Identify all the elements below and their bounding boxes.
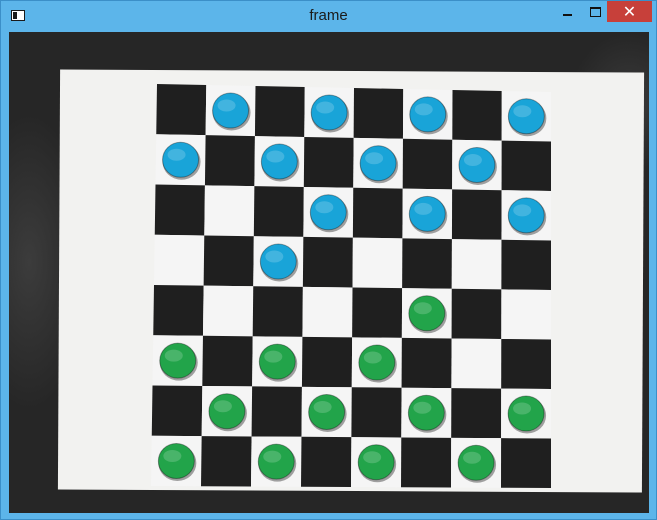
board-square[interactable] — [352, 287, 403, 338]
board-square[interactable] — [252, 286, 303, 337]
piece-highlight — [316, 101, 335, 114]
minimize-icon — [562, 13, 572, 16]
checkers-board — [151, 84, 551, 488]
board-square[interactable] — [501, 289, 551, 340]
board-square[interactable] — [402, 138, 453, 190]
board-square[interactable] — [201, 436, 252, 487]
maximize-icon — [589, 6, 601, 17]
piece-highlight — [217, 99, 236, 112]
piece-highlight — [365, 152, 384, 165]
board-square[interactable] — [452, 90, 502, 141]
piece-highlight — [313, 400, 332, 413]
board-square[interactable] — [501, 438, 551, 488]
board-square[interactable] — [204, 135, 255, 187]
piece-highlight — [266, 150, 285, 163]
close-icon: ✕ — [622, 3, 637, 21]
board-square[interactable] — [451, 288, 502, 339]
piece-highlight — [265, 250, 284, 263]
maximize-button[interactable] — [581, 1, 609, 22]
board-square[interactable] — [203, 235, 254, 287]
piece-highlight — [513, 204, 532, 217]
piece-highlight — [414, 202, 433, 215]
title-bar[interactable]: frame ✕ — [1, 1, 656, 31]
board-square[interactable] — [204, 185, 255, 237]
piece-highlight — [413, 302, 432, 315]
piece-highlight — [167, 148, 186, 161]
minimize-button[interactable] — [553, 1, 581, 22]
board-square[interactable] — [353, 88, 404, 139]
piece-highlight — [513, 402, 532, 415]
piece-highlight — [363, 451, 382, 464]
board-square[interactable] — [302, 286, 353, 338]
piece-highlight — [413, 401, 432, 414]
piece-highlight — [164, 349, 183, 362]
board-square[interactable] — [451, 189, 502, 240]
piece-highlight — [264, 350, 283, 363]
board-square[interactable] — [301, 436, 352, 487]
board-square[interactable] — [352, 187, 403, 239]
board-square[interactable] — [352, 237, 403, 289]
board-square[interactable] — [402, 238, 452, 289]
board-square[interactable] — [303, 136, 354, 188]
camera-frame — [9, 32, 649, 513]
app-window: frame ✕ — [0, 0, 657, 520]
piece-highlight — [163, 450, 182, 463]
board-square[interactable] — [202, 335, 253, 387]
board-square[interactable] — [401, 337, 452, 389]
board-square[interactable] — [451, 239, 502, 290]
piece-highlight — [315, 201, 334, 214]
board-square[interactable] — [501, 338, 551, 389]
piece-highlight — [363, 351, 382, 364]
board-square[interactable] — [253, 186, 304, 237]
board-square[interactable] — [351, 387, 402, 438]
board-square[interactable] — [154, 234, 205, 286]
piece-highlight — [263, 450, 282, 463]
board-square[interactable] — [156, 84, 207, 136]
piece-highlight — [513, 105, 532, 118]
board-square[interactable] — [254, 86, 305, 137]
board-square[interactable] — [251, 386, 302, 437]
board-square[interactable] — [153, 285, 204, 336]
piece-highlight — [414, 103, 433, 116]
board-square[interactable] — [401, 437, 452, 488]
board-square[interactable] — [302, 236, 353, 288]
board-square[interactable] — [154, 184, 205, 236]
piece-highlight — [213, 400, 232, 413]
close-button[interactable]: ✕ — [607, 1, 652, 22]
board-square[interactable] — [501, 140, 551, 191]
piece-highlight — [463, 153, 482, 166]
board-square[interactable] — [451, 388, 502, 439]
board-square[interactable] — [202, 285, 254, 337]
board-square[interactable] — [151, 385, 203, 437]
board-square[interactable] — [501, 239, 551, 290]
board-square[interactable] — [451, 338, 502, 389]
board-square[interactable] — [301, 336, 353, 388]
piece-highlight — [463, 451, 482, 464]
